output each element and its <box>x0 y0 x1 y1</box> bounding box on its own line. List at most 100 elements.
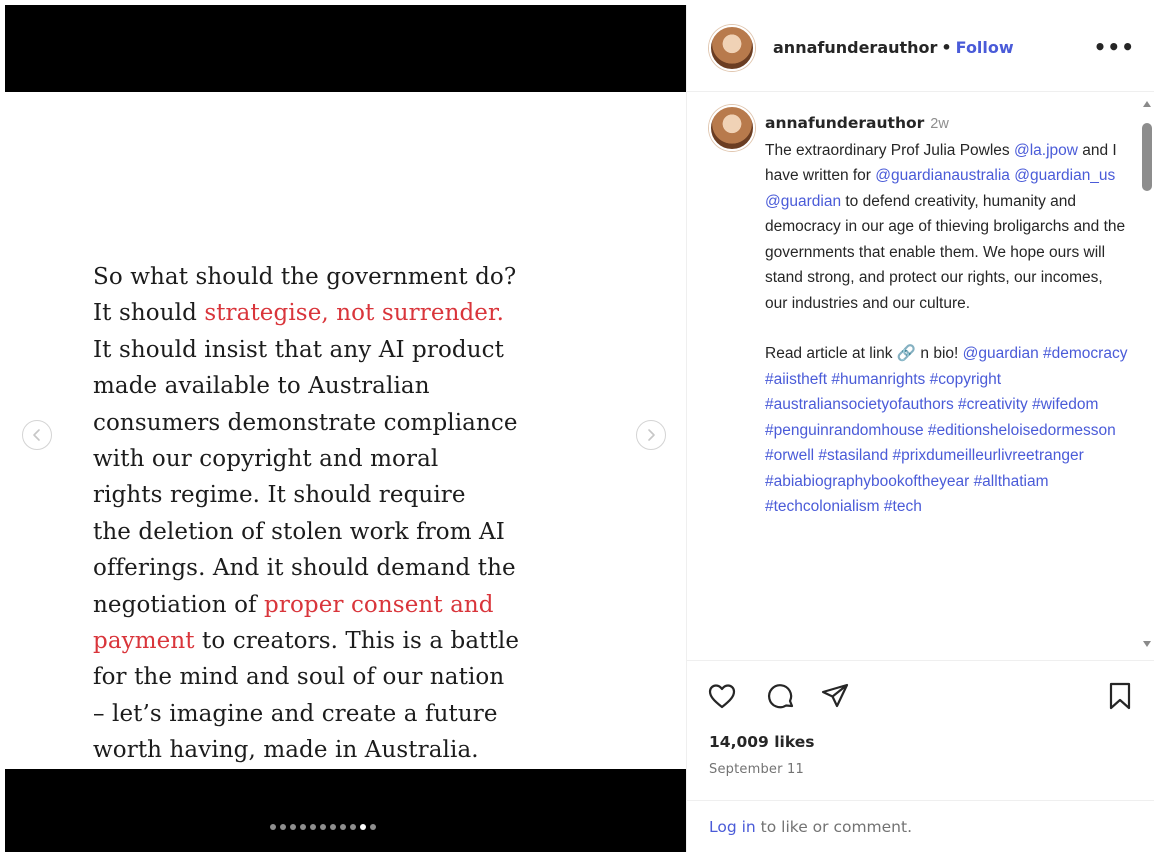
post-header: annafunderauthor • Follow ••• <box>687 5 1154 92</box>
carousel-dot <box>350 824 356 830</box>
carousel-dot <box>310 824 316 830</box>
carousel-dot <box>300 824 306 830</box>
caption-link[interactable]: #tech <box>884 498 922 515</box>
slide-quote-text: So what should the government do? It shou… <box>93 259 613 769</box>
caption-link[interactable]: #copyright <box>930 371 1002 388</box>
likes-count[interactable]: 14,009 likes <box>709 733 814 751</box>
caption-time[interactable]: 2w <box>930 116 949 132</box>
quote-line: negotiation of proper consent and <box>93 587 613 623</box>
quote-segment: made available to Australian <box>93 373 430 400</box>
carousel-dot <box>360 824 366 830</box>
carousel-dot <box>270 824 276 830</box>
scroll-up-arrow[interactable] <box>1143 101 1151 107</box>
caption-link[interactable]: @guardianaustralia <box>875 167 1010 184</box>
caption-link[interactable]: @guardian <box>765 193 841 210</box>
quote-segment: worth having, made in Australia. <box>93 737 479 764</box>
carousel-dot <box>280 824 286 830</box>
caption-username[interactable]: annafunderauthor <box>765 114 924 132</box>
caption-link[interactable]: #creativity <box>958 396 1028 413</box>
quote-line: rights regime. It should require <box>93 477 613 513</box>
quote-line: offerings. And it should demand the <box>93 550 613 586</box>
login-prompt: Log in to like or comment. <box>687 800 1154 852</box>
carousel-dot <box>340 824 346 830</box>
carousel-dot <box>370 824 376 830</box>
comments-scrollbar[interactable] <box>1142 101 1152 647</box>
header-separator: • <box>941 38 952 57</box>
caption-link[interactable]: #orwell <box>765 447 814 464</box>
quote-line: with our copyright and moral <box>93 441 613 477</box>
caption-link[interactable]: #humanrights <box>831 371 925 388</box>
post-media: So what should the government do? It shou… <box>5 5 686 852</box>
caption-link[interactable]: #wifedom <box>1032 396 1098 413</box>
carousel-prev-button[interactable] <box>22 420 52 450</box>
caption-text: to defend creativity, humanity and democ… <box>765 192 1126 312</box>
heart-icon[interactable] <box>707 681 737 711</box>
quote-line: worth having, made in Australia. <box>93 732 613 768</box>
scroll-thumb[interactable] <box>1142 123 1152 191</box>
comments-area[interactable]: annafunderauthor 2w The extraordinary Pro… <box>687 93 1154 661</box>
chevron-right-icon <box>648 429 655 441</box>
quote-segment: consumers demonstrate compliance <box>93 409 518 436</box>
scroll-down-arrow[interactable] <box>1143 641 1151 647</box>
quote-line: It should insist that any AI product <box>93 332 613 368</box>
quote-segment: – let’s imagine and create a future <box>93 700 498 727</box>
slide-image: So what should the government do? It shou… <box>5 92 686 769</box>
caption-link[interactable]: #stasiland <box>818 447 888 464</box>
caption-text: Read article at link 🔗 n bio! <box>765 345 963 362</box>
header-user-line: annafunderauthor • Follow <box>773 38 1014 57</box>
quote-line: consumers demonstrate compliance <box>93 405 613 441</box>
carousel-dot <box>290 824 296 830</box>
caption-link[interactable]: #aiistheft <box>765 371 827 388</box>
caption-body: The extraordinary Prof Julia Powles @la.… <box>765 142 1125 312</box>
comment-icon[interactable] <box>766 681 796 711</box>
quote-segment: with our copyright and moral <box>93 446 439 473</box>
quote-line: the deletion of stolen work from AI <box>93 514 613 550</box>
quote-line: payment to creators. This is a battle <box>93 623 613 659</box>
chevron-left-icon <box>33 429 40 441</box>
caption-link[interactable]: #democracy <box>1043 345 1127 362</box>
caption-link[interactable]: #australiansocietyofauthors <box>765 396 954 413</box>
quote-line: It should strategise, not surrender. <box>93 295 613 331</box>
login-rest: to like or comment. <box>755 818 913 836</box>
quote-line: for the mind and soul of our nation <box>93 659 613 695</box>
caption-link[interactable]: #abiabiographybookoftheyear <box>765 473 969 490</box>
more-options-button[interactable]: ••• <box>1094 35 1135 59</box>
quote-segment: for the mind and soul of our nation <box>93 664 505 691</box>
avatar[interactable] <box>709 25 755 71</box>
quote-segment: It should insist that any AI product <box>93 336 504 363</box>
quote-highlight: strategise, not surrender. <box>204 300 504 327</box>
quote-segment: So what should the government do? <box>93 264 517 290</box>
quote-segment: It should <box>93 300 205 327</box>
caption-link[interactable]: #editionsheloisedormesson <box>928 422 1116 439</box>
caption-avatar[interactable] <box>709 105 755 151</box>
quote-segment: offerings. And it should demand the <box>93 555 516 582</box>
post-details-panel: annafunderauthor • Follow ••• annafunderau… <box>686 5 1154 852</box>
carousel-next-button[interactable] <box>636 420 666 450</box>
caption-link[interactable]: #prixdumeilleurlivreetranger <box>893 447 1084 464</box>
caption: annafunderauthor 2w The extraordinary Pro… <box>765 111 1129 520</box>
quote-highlight: payment <box>93 628 195 655</box>
follow-button[interactable]: Follow <box>956 38 1014 57</box>
login-text: Log in to like or comment. <box>709 818 912 836</box>
carousel-dot <box>320 824 326 830</box>
login-link[interactable]: Log in <box>709 818 756 836</box>
caption-link[interactable]: @guardian_us <box>1014 167 1115 184</box>
post-date[interactable]: September 11 <box>709 762 804 777</box>
quote-segment: negotiation of <box>93 591 265 618</box>
caption-body-second: Read article at link 🔗 n bio! @guardian … <box>765 345 1127 515</box>
action-bar <box>687 681 1154 721</box>
quote-line: So what should the government do? <box>93 259 613 295</box>
caption-link[interactable]: #techcolonialism <box>765 498 880 515</box>
caption-link[interactable]: #allthatiam <box>974 473 1049 490</box>
quote-line: – let’s imagine and create a future <box>93 696 613 732</box>
quote-line: made available to Australian <box>93 368 613 404</box>
quote-segment: rights regime. It should require <box>93 482 466 509</box>
quote-highlight: proper consent and <box>264 591 494 618</box>
quote-segment: the deletion of stolen work from AI <box>93 518 505 545</box>
caption-link[interactable]: #penguinrandomhouse <box>765 422 924 439</box>
caption-link[interactable]: @guardian <box>963 345 1039 362</box>
header-username[interactable]: annafunderauthor <box>773 38 937 57</box>
paper-plane-icon[interactable] <box>820 681 850 711</box>
bookmark-icon[interactable] <box>1105 681 1135 711</box>
caption-link[interactable]: @la.jpow <box>1014 142 1078 159</box>
